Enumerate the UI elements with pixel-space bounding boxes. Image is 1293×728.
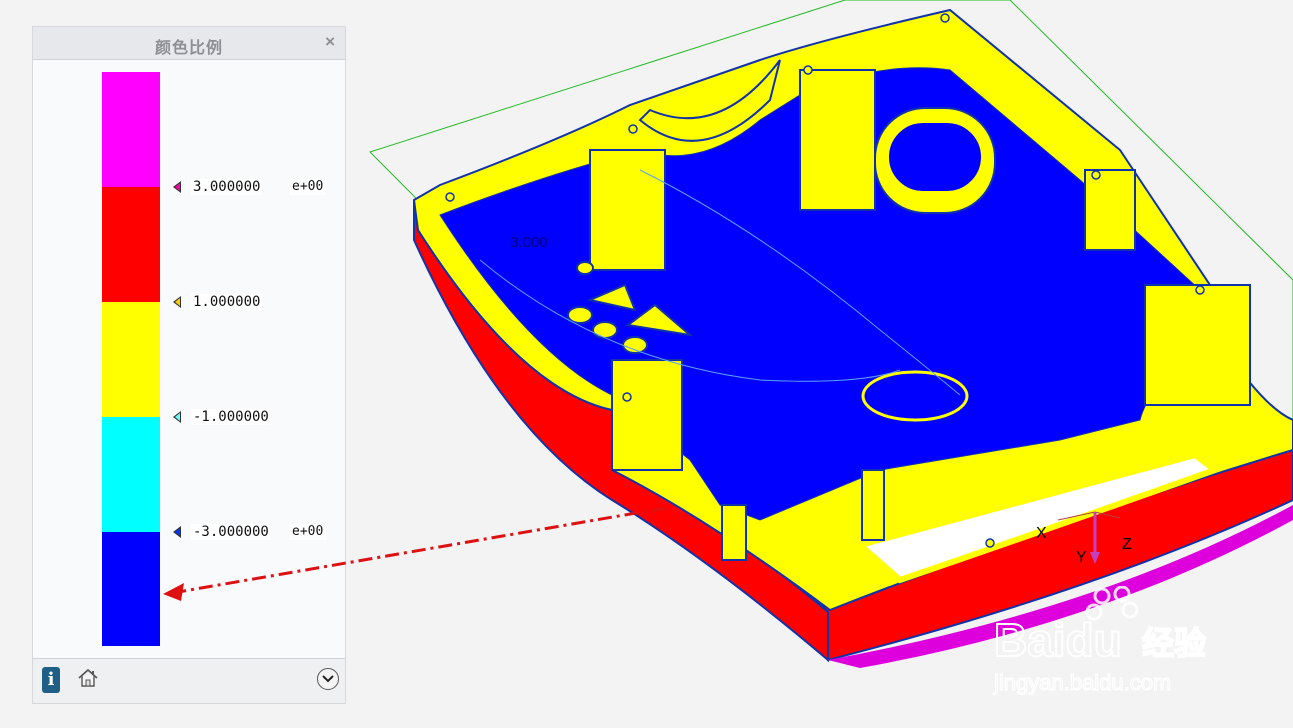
watermark-brand-cn: 经验 xyxy=(1142,624,1206,662)
watermark-url: jingyan.baidu.com xyxy=(993,670,1171,695)
baidu-watermark: Baidu 经验 jingyan.baidu.com xyxy=(992,586,1207,696)
watermark-brand: Baidu xyxy=(994,614,1122,666)
